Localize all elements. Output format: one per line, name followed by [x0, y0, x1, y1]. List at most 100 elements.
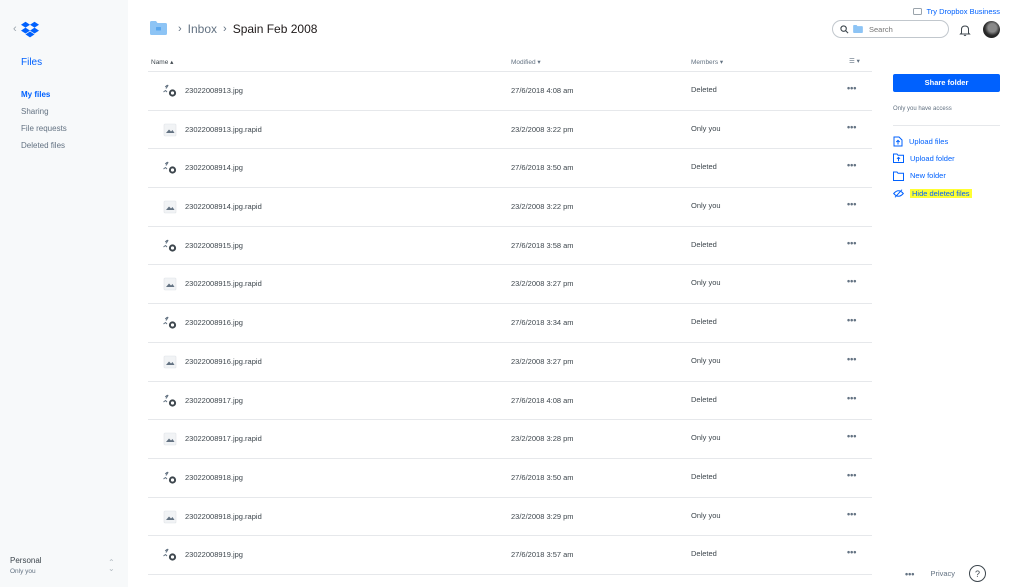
file-name[interactable]: 23022008916.jpg.rapid	[185, 357, 262, 366]
access-note: Only you have access	[893, 105, 952, 112]
bell-icon[interactable]	[958, 23, 972, 37]
hide-eye-icon	[893, 188, 904, 198]
footer: ••• Privacy ?	[905, 565, 987, 582]
view-options-button[interactable]: ☰ ▾	[849, 57, 860, 65]
file-name[interactable]: 23022008918.jpg	[185, 473, 243, 482]
file-name[interactable]: 23022008915.jpg	[185, 241, 243, 250]
more-options-icon[interactable]: •••	[847, 393, 856, 403]
file-modified: 23/2/2008 3:28 pm	[511, 434, 574, 444]
file-modified: 27/6/2018 4:08 am	[511, 86, 574, 95]
collapse-sidebar-icon[interactable]: ‹	[13, 23, 17, 35]
table-row[interactable]: 23022008918.jpg 27/6/2018 3:50 am Deleted •…	[148, 459, 872, 498]
chevron-up-down-icon[interactable]: ⌃ ⌄	[108, 559, 115, 573]
sidebar-item-my-files[interactable]: My files	[21, 89, 67, 106]
table-row[interactable]: 23022008914.jpg.rapid 23/2/2008 3:22 pm On…	[148, 188, 872, 227]
table-row[interactable]: 23022008918.jpg.rapid 23/2/2008 3:29 pm On…	[148, 498, 872, 537]
more-options-icon[interactable]: •••	[847, 354, 856, 364]
search-box[interactable]	[832, 20, 949, 38]
upload-folder-action[interactable]: Upload folder	[893, 150, 1001, 167]
account-switcher[interactable]: Personal Only you	[10, 556, 42, 575]
image-file-icon	[162, 510, 178, 524]
sidebar-nav: My files Sharing File requests Deleted f…	[21, 89, 67, 157]
dropbox-logo-icon[interactable]	[21, 20, 39, 38]
more-options-icon[interactable]: •••	[847, 315, 856, 325]
breadcrumb-inbox[interactable]: Inbox	[188, 22, 217, 36]
table-row[interactable]: 23022008913.jpg 27/6/2018 4:08 am Deleted •…	[148, 72, 872, 111]
table-row[interactable]: 23022008917.jpg.rapid 23/2/2008 3:28 pm On…	[148, 420, 872, 459]
more-options-icon[interactable]: •••	[847, 431, 856, 441]
table-row[interactable]: 23022008917.jpg 27/6/2018 4:08 am Deleted •…	[148, 382, 872, 421]
column-modified[interactable]: Modified ▾	[511, 58, 541, 66]
help-button[interactable]: ?	[969, 565, 987, 582]
file-name[interactable]: 23022008917.jpg	[185, 396, 243, 405]
file-modified: 23/2/2008 3:22 pm	[511, 124, 574, 134]
file-modified: 27/6/2018 3:50 am	[511, 472, 574, 482]
more-options-icon[interactable]: •••	[847, 547, 856, 557]
image-file-icon	[162, 200, 178, 214]
more-options-icon[interactable]: •••	[847, 276, 856, 286]
chevron-right-icon: ›	[223, 23, 227, 35]
file-modified: 27/6/2018 3:50 am	[511, 163, 574, 173]
files-section-title[interactable]: Files	[21, 57, 42, 68]
table-row[interactable]: 23022008916.jpg 27/6/2018 3:34 am Deleted •…	[148, 304, 872, 343]
deleted-file-icon	[162, 161, 178, 175]
file-modified: 23/2/2008 3:22 pm	[511, 202, 574, 212]
try-business-link[interactable]: Try Dropbox Business	[912, 7, 1000, 16]
file-name[interactable]: 23022008918.jpg.rapid	[185, 512, 262, 521]
file-name[interactable]: 23022008916.jpg	[185, 318, 243, 327]
column-members[interactable]: Members ▾	[691, 58, 723, 66]
table-row[interactable]: 23022008913.jpg.rapid 23/2/2008 3:22 pm On…	[148, 111, 872, 150]
file-modified: 23/2/2008 3:27 pm	[511, 279, 574, 289]
file-name[interactable]: 23022008915.jpg.rapid	[185, 279, 262, 288]
column-name[interactable]: Name ▴	[151, 58, 173, 66]
table-row[interactable]: 23022008916.jpg.rapid 23/2/2008 3:27 pm On…	[148, 343, 872, 382]
deleted-file-icon	[162, 316, 178, 330]
action-list: Upload files Upload folder New folder Hi…	[893, 133, 1001, 202]
more-options-icon[interactable]: •••	[905, 569, 914, 579]
account-name: Personal	[10, 556, 42, 565]
file-name[interactable]: 23022008913.jpg.rapid	[185, 125, 262, 134]
chevron-right-icon: ›	[178, 23, 182, 35]
more-options-icon[interactable]: •••	[847, 122, 856, 132]
hide-deleted-files-action[interactable]: Hide deleted files	[893, 184, 1001, 201]
more-options-icon[interactable]: •••	[847, 199, 856, 209]
more-options-icon[interactable]: •••	[847, 509, 856, 519]
file-members: Deleted	[691, 317, 717, 327]
file-list: 23022008913.jpg 27/6/2018 4:08 am Deleted •…	[148, 72, 872, 575]
file-name[interactable]: 23022008919.jpg	[185, 550, 243, 559]
new-folder-action[interactable]: New folder	[893, 167, 1001, 184]
file-name[interactable]: 23022008914.jpg.rapid	[185, 202, 262, 211]
more-options-icon[interactable]: •••	[847, 83, 856, 93]
upload-files-action[interactable]: Upload files	[893, 133, 1001, 150]
sidebar-item-deleted-files[interactable]: Deleted files	[21, 140, 67, 157]
table-row[interactable]: 23022008919.jpg 27/6/2018 3:57 am Deleted •…	[148, 536, 872, 575]
avatar[interactable]	[983, 21, 1000, 38]
file-members: Deleted	[691, 394, 717, 404]
upload-file-icon	[893, 136, 903, 147]
file-name[interactable]: 23022008914.jpg	[185, 163, 243, 172]
image-file-icon	[162, 123, 178, 137]
table-row[interactable]: 23022008915.jpg.rapid 23/2/2008 3:27 pm On…	[148, 265, 872, 305]
file-name[interactable]: 23022008913.jpg	[185, 86, 243, 95]
share-folder-button[interactable]: Share folder	[893, 73, 1000, 92]
table-row[interactable]: 23022008914.jpg 27/6/2018 3:50 am Deleted •…	[148, 149, 872, 189]
folder-scope-icon	[853, 25, 863, 33]
deleted-file-icon	[162, 394, 178, 408]
sidebar-item-sharing[interactable]: Sharing	[21, 106, 67, 123]
more-options-icon[interactable]: •••	[847, 160, 856, 170]
more-options-icon[interactable]: •••	[847, 238, 856, 248]
file-members: Only you	[691, 278, 721, 288]
divider	[893, 124, 1000, 126]
more-options-icon[interactable]: •••	[847, 470, 856, 480]
privacy-link[interactable]: Privacy	[930, 569, 955, 578]
page-title: Spain Feb 2008	[232, 22, 318, 36]
file-members: Deleted	[691, 85, 717, 94]
header: › Inbox › Spain Feb 2008 Try Dropbox Bus…	[128, 0, 1024, 55]
file-modified: 27/6/2018 4:08 am	[511, 395, 574, 405]
actions-panel: Share folder Only you have access Upload…	[893, 72, 1001, 202]
search-input[interactable]	[869, 24, 939, 34]
file-modified: 27/6/2018 3:57 am	[511, 550, 574, 560]
table-row[interactable]: 23022008915.jpg 27/6/2018 3:58 am Deleted •…	[148, 227, 872, 266]
file-name[interactable]: 23022008917.jpg.rapid	[185, 434, 262, 443]
sidebar-item-file-requests[interactable]: File requests	[21, 123, 67, 140]
